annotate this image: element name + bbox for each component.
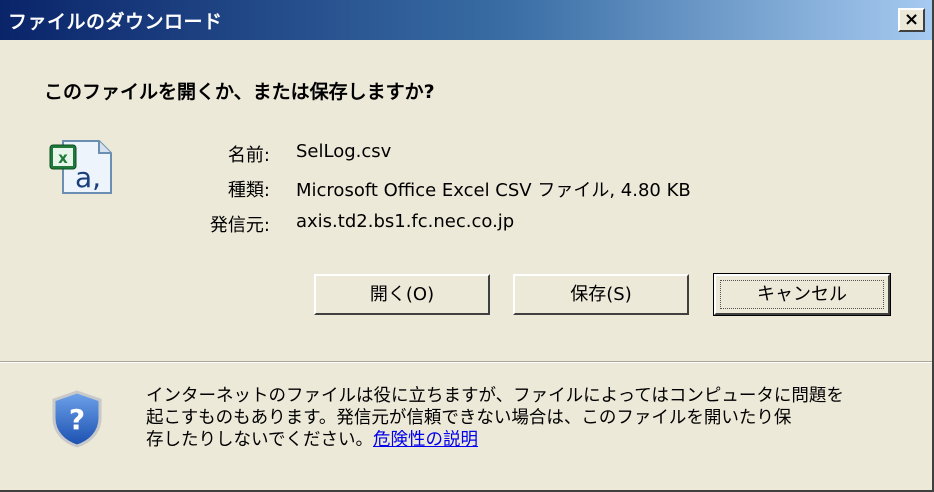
security-shield-icon: ? xyxy=(52,390,102,448)
warning-line-1: インターネットのファイルは役に立ちますが、ファイルによってはコンピュータに問題を xyxy=(146,386,844,406)
file-type-label: 種類: xyxy=(227,180,270,201)
svg-text:x: x xyxy=(58,149,68,167)
file-type-value: Microsoft Office Excel CSV ファイル, 4.80 KB xyxy=(296,180,691,201)
warning-line-3: 存したりしないでください。危険性の説明 xyxy=(146,429,906,451)
file-download-dialog: ファイルのダウンロード × このファイルを開くか、または保存しますか? x a,… xyxy=(0,0,934,492)
file-source-label: 発信元: xyxy=(209,215,270,236)
save-button[interactable]: 保存(S) xyxy=(513,274,689,315)
file-source-value: axis.td2.bs1.fc.nec.co.jp xyxy=(296,211,515,232)
svg-text:a,: a, xyxy=(75,161,101,194)
close-button[interactable]: × xyxy=(898,8,925,32)
file-name-value: SelLog.csv xyxy=(296,141,392,162)
excel-csv-file-icon: x a, xyxy=(49,140,112,194)
security-warning: インターネットのファイルは役に立ちますが、ファイルによってはコンピュータに問題を… xyxy=(146,385,906,451)
title-bar: ファイルのダウンロード × xyxy=(0,0,932,40)
warning-line-3-text: 存したりしないでください。 xyxy=(146,430,373,450)
open-button[interactable]: 開く(O) xyxy=(314,274,490,315)
download-question: このファイルを開くか、または保存しますか? xyxy=(44,81,435,103)
separator-highlight xyxy=(0,362,932,363)
warning-line-2: 起こすものもあります。発信元が信頼できない場合は、このファイルを開いたり保 xyxy=(146,408,792,428)
cancel-button[interactable]: キャンセル xyxy=(713,273,891,316)
window-title: ファイルのダウンロード xyxy=(8,11,223,33)
svg-text:?: ? xyxy=(69,403,85,436)
risk-explanation-link[interactable]: 危険性の説明 xyxy=(373,430,478,450)
file-name-label: 名前: xyxy=(227,145,270,166)
